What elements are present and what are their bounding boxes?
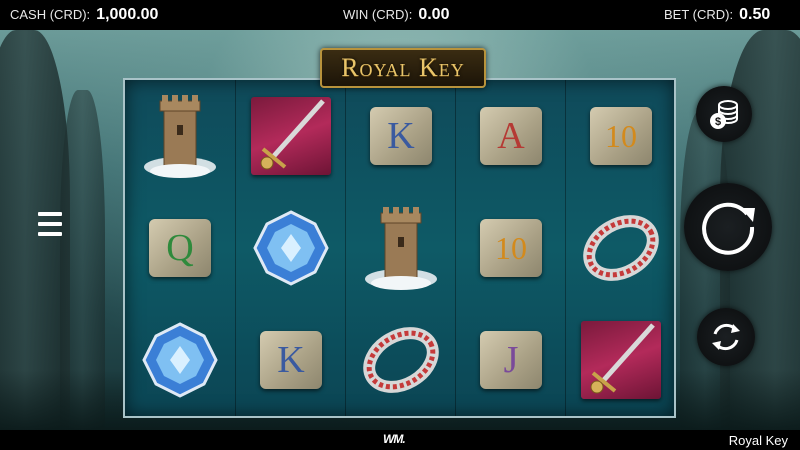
silk-cloth	[251, 97, 331, 175]
ten-symbol: 10	[456, 192, 566, 304]
bet-display[interactable]: BET (CRD): 0.50	[664, 6, 770, 24]
ring-icon	[583, 215, 659, 281]
cash-value: 1,000.00	[96, 6, 159, 23]
ten-symbol: 10	[566, 80, 676, 192]
reels-area: Q K K A 10 J 10	[123, 78, 676, 418]
cash-display: CASH (CRD): 1,000.00	[10, 6, 158, 24]
king-symbol: K	[236, 304, 346, 416]
reel-1: Q	[125, 80, 235, 416]
ring-icon	[363, 327, 439, 393]
reel-2: K	[235, 80, 346, 416]
queen-symbol: Q	[125, 192, 235, 304]
tower-icon	[144, 95, 216, 178]
card-10: 10	[480, 219, 542, 277]
jack-symbol: J	[456, 304, 566, 416]
diamond-icon	[253, 210, 329, 286]
diamond-icon	[142, 322, 218, 398]
win-value: 0.00	[418, 6, 450, 23]
reel-3: K	[345, 80, 456, 416]
ace-symbol: A	[456, 80, 566, 192]
cash-label: CASH (CRD):	[10, 7, 91, 22]
autoplay-icon	[712, 323, 740, 351]
silk-cloth	[581, 321, 661, 399]
bet-settings-button[interactable]: $	[696, 86, 752, 142]
sword-symbol	[566, 304, 676, 416]
card-k: K	[370, 107, 432, 165]
sword-icon	[260, 99, 325, 170]
sword-symbol	[236, 80, 346, 192]
win-display: WIN (CRD): 0.00	[343, 6, 449, 24]
win-label: WIN (CRD):	[343, 7, 413, 22]
game-logo: Royal Key	[320, 48, 486, 88]
hamburger-icon	[38, 212, 62, 216]
spin-arrow-icon	[702, 202, 755, 255]
menu-button[interactable]	[38, 212, 62, 236]
top-bar: CASH (CRD): 1,000.00 WIN (CRD): 0.00 BET…	[0, 0, 800, 30]
provider-logo: WM.	[383, 432, 406, 446]
game-logo-text: Royal Key	[341, 53, 465, 82]
diamond-symbol	[125, 304, 235, 416]
ring-symbol	[566, 192, 676, 304]
tower-symbol	[125, 80, 235, 192]
card-j: J	[480, 331, 542, 389]
card-q: Q	[149, 219, 211, 277]
game-name: Royal Key	[728, 433, 788, 448]
reel-4: A 10 J	[455, 80, 566, 416]
bet-label: BET (CRD):	[664, 7, 734, 22]
sword-icon	[590, 323, 655, 394]
spin-button[interactable]	[684, 183, 772, 271]
coin-stack-icon: $	[710, 100, 738, 129]
tower-icon	[365, 207, 437, 290]
card-10: 10	[590, 107, 652, 165]
card-k: K	[260, 331, 322, 389]
reel-5: 10	[565, 80, 676, 416]
ring-symbol	[346, 304, 456, 416]
card-a: A	[480, 107, 542, 165]
tower-symbol	[346, 192, 456, 304]
autoplay-button[interactable]	[697, 308, 755, 366]
king-symbol: K	[346, 80, 456, 192]
bet-value: 0.50	[739, 6, 771, 23]
diamond-symbol	[236, 192, 346, 304]
svg-text:$: $	[715, 116, 721, 128]
